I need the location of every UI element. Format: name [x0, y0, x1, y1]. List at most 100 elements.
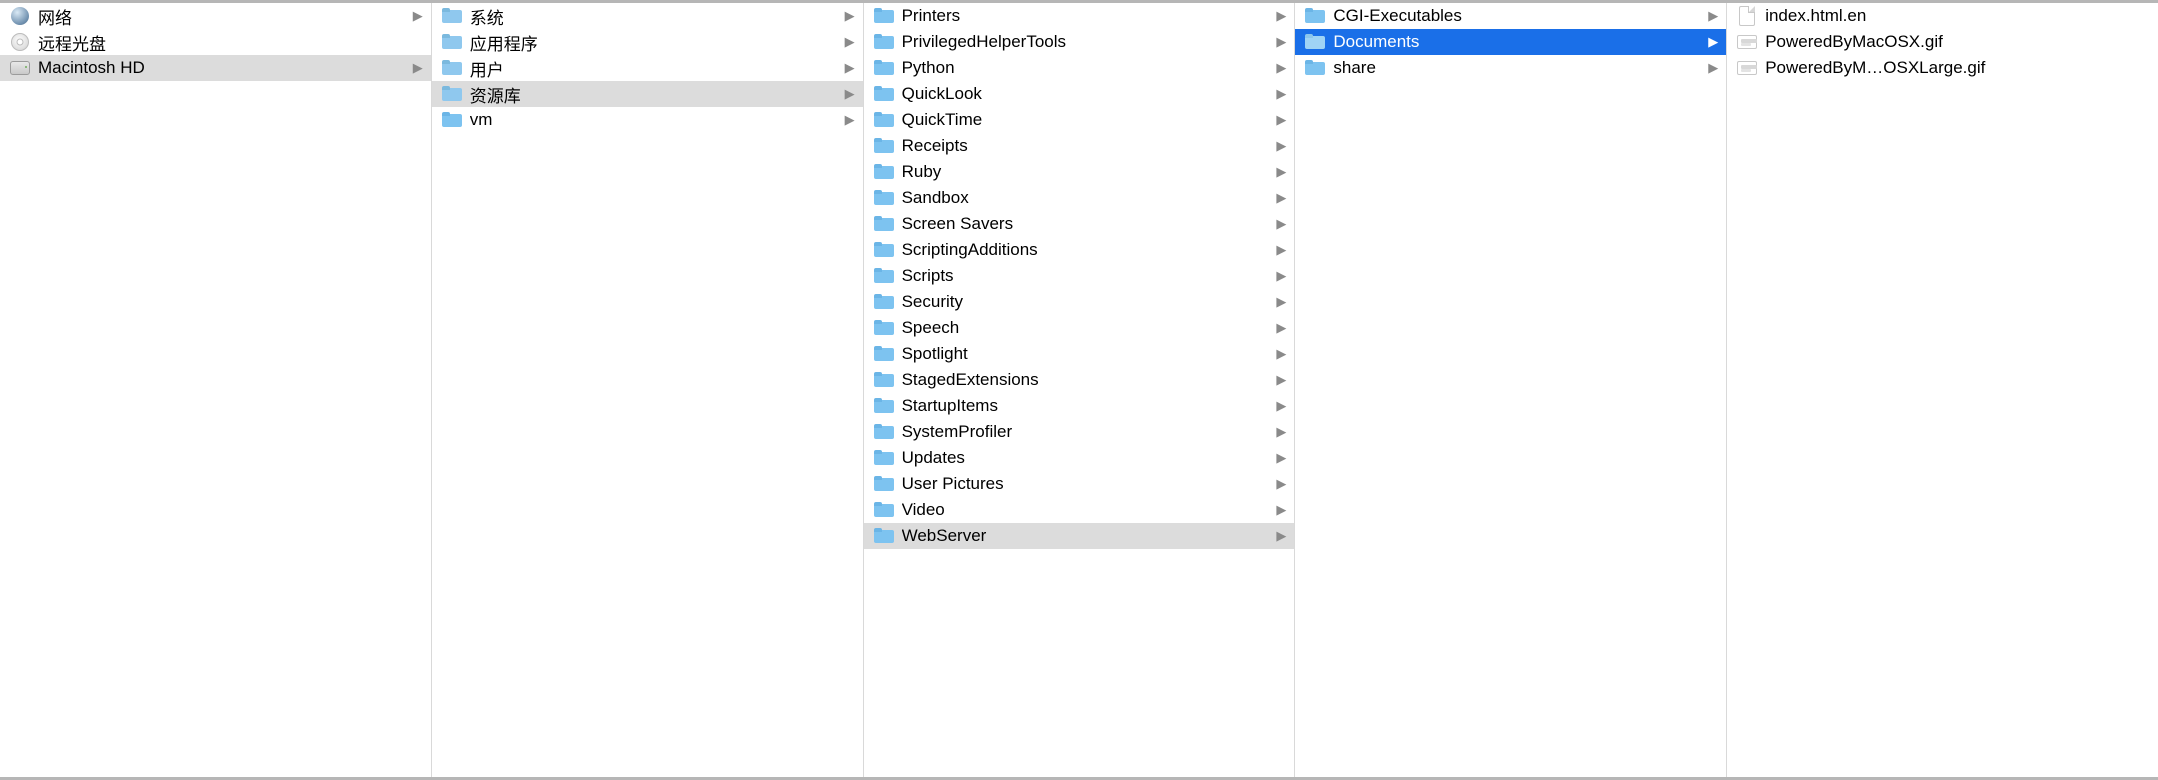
- item-label: 应用程序: [470, 30, 839, 55]
- folder-icon: [874, 344, 894, 364]
- folder-row[interactable]: StartupItems ▶: [864, 393, 1295, 419]
- column-devices[interactable]: 网络▶远程光盘Macintosh HD▶: [0, 3, 432, 777]
- folder-row[interactable]: Screen Savers▶: [864, 211, 1295, 237]
- disc-icon: [10, 32, 30, 52]
- item-label: StartupItems: [902, 396, 1271, 416]
- folder-icon: [874, 6, 894, 26]
- chevron-right-icon: ▶: [845, 112, 855, 128]
- folder-icon: [1305, 58, 1325, 78]
- item-label: 用户: [470, 56, 839, 81]
- item-label: User Pictures: [902, 474, 1271, 494]
- folder-row[interactable]: WebServer▶: [864, 523, 1295, 549]
- folder-row[interactable]: PrivilegedHelperTools▶: [864, 29, 1295, 55]
- chevron-right-icon: ▶: [1276, 450, 1286, 466]
- folder-row[interactable]: Scripts▶: [864, 263, 1295, 289]
- folder-row[interactable]: Macintosh HD▶: [0, 55, 431, 81]
- item-label: QuickTime: [902, 110, 1271, 130]
- chevron-right-icon: ▶: [845, 34, 855, 50]
- chevron-right-icon: ▶: [1276, 60, 1286, 76]
- item-label: Spotlight: [902, 344, 1271, 364]
- file-row[interactable]: PoweredByM…OSXLarge.gif: [1727, 55, 2158, 81]
- item-label: 远程光盘: [38, 30, 423, 55]
- folder-icon: [874, 474, 894, 494]
- folder-row[interactable]: CGI-Executables▶: [1295, 3, 1726, 29]
- column-root[interactable]: 系统▶应用程序▶用户▶资源库▶vm▶: [432, 3, 864, 777]
- file-row[interactable]: 远程光盘: [0, 29, 431, 55]
- folder-icon: [874, 240, 894, 260]
- chevron-right-icon: ▶: [1276, 242, 1286, 258]
- column-library[interactable]: Printers▶PrivilegedHelperTools▶Python▶Qu…: [864, 3, 1296, 777]
- folder-icon: [874, 58, 894, 78]
- item-label: Receipts: [902, 136, 1271, 156]
- item-label: CGI-Executables: [1333, 6, 1702, 26]
- folder-row[interactable]: Documents ▶: [1295, 29, 1726, 55]
- image-file-icon: [1737, 58, 1757, 78]
- item-label: index.html.en: [1765, 6, 2150, 26]
- folder-row[interactable]: Spotlight▶: [864, 341, 1295, 367]
- item-label: Python: [902, 58, 1271, 78]
- folder-row[interactable]: 应用程序 ▶: [432, 29, 863, 55]
- folder-icon: [874, 370, 894, 390]
- item-label: StagedExtensions: [902, 370, 1271, 390]
- folder-row[interactable]: 用户▶: [432, 55, 863, 81]
- folder-row[interactable]: 系统▶: [432, 3, 863, 29]
- item-label: Updates: [902, 448, 1271, 468]
- chevron-right-icon: ▶: [1276, 476, 1286, 492]
- folder-icon: [874, 188, 894, 208]
- folder-row[interactable]: share▶: [1295, 55, 1726, 81]
- folder-row[interactable]: Printers▶: [864, 3, 1295, 29]
- folder-row[interactable]: vm▶: [432, 107, 863, 133]
- chevron-right-icon: ▶: [845, 8, 855, 24]
- folder-row[interactable]: SystemProfiler ▶: [864, 419, 1295, 445]
- item-label: SystemProfiler: [902, 422, 1271, 442]
- folder-row[interactable]: Sandbox▶: [864, 185, 1295, 211]
- item-label: Screen Savers: [902, 214, 1271, 234]
- chevron-right-icon: ▶: [1276, 86, 1286, 102]
- folder-icon: [874, 266, 894, 286]
- file-row[interactable]: index.html.en: [1727, 3, 2158, 29]
- item-label: Speech: [902, 318, 1271, 338]
- file-row[interactable]: PoweredByMacOSX.gif: [1727, 29, 2158, 55]
- item-label: Ruby: [902, 162, 1271, 182]
- folder-row[interactable]: 资源库▶: [432, 81, 863, 107]
- folder-row[interactable]: ScriptingAdditions▶: [864, 237, 1295, 263]
- folder-row[interactable]: Video ▶: [864, 497, 1295, 523]
- folder-icon: [874, 318, 894, 338]
- item-label: Documents: [1333, 32, 1702, 52]
- item-label: Video: [902, 500, 1271, 520]
- folder-icon: [874, 448, 894, 468]
- chevron-right-icon: ▶: [1276, 294, 1286, 310]
- chevron-right-icon: ▶: [845, 86, 855, 102]
- image-file-icon: [1737, 32, 1757, 52]
- folder-row[interactable]: Python ▶: [864, 55, 1295, 81]
- chevron-right-icon: ▶: [1276, 398, 1286, 414]
- item-label: Sandbox: [902, 188, 1271, 208]
- folder-row[interactable]: User Pictures ▶: [864, 471, 1295, 497]
- folder-row[interactable]: Security▶: [864, 289, 1295, 315]
- folder-row[interactable]: Updates ▶: [864, 445, 1295, 471]
- folder-icon: [442, 110, 462, 130]
- column-webserver[interactable]: CGI-Executables▶ Documents ▶ share▶: [1295, 3, 1727, 777]
- item-label: Macintosh HD: [38, 58, 407, 78]
- folder-row[interactable]: Speech▶: [864, 315, 1295, 341]
- column-documents[interactable]: index.html.en PoweredByMacOSX.gifPoweredB…: [1727, 3, 2158, 777]
- folder-row[interactable]: QuickLook ▶: [864, 81, 1295, 107]
- folder-row[interactable]: QuickTime▶: [864, 107, 1295, 133]
- folder-row[interactable]: Ruby▶: [864, 159, 1295, 185]
- folder-row[interactable]: Receipts▶: [864, 133, 1295, 159]
- chevron-right-icon: ▶: [1276, 268, 1286, 284]
- item-label: QuickLook: [902, 84, 1271, 104]
- item-label: Printers: [902, 6, 1271, 26]
- folder-row[interactable]: StagedExtensions▶: [864, 367, 1295, 393]
- finder-column-view: 网络▶远程光盘Macintosh HD▶ 系统▶应用程序▶用户▶资源库▶vm▶ …: [0, 0, 2158, 780]
- folder-icon: [874, 396, 894, 416]
- chevron-right-icon: ▶: [413, 8, 423, 24]
- chevron-right-icon: ▶: [1276, 502, 1286, 518]
- item-label: share: [1333, 58, 1702, 78]
- chevron-right-icon: ▶: [1708, 34, 1718, 50]
- globe-icon: [10, 6, 30, 26]
- folder-row[interactable]: 网络▶: [0, 3, 431, 29]
- folder-icon: [874, 500, 894, 520]
- chevron-right-icon: ▶: [1276, 424, 1286, 440]
- folder-icon: [874, 32, 894, 52]
